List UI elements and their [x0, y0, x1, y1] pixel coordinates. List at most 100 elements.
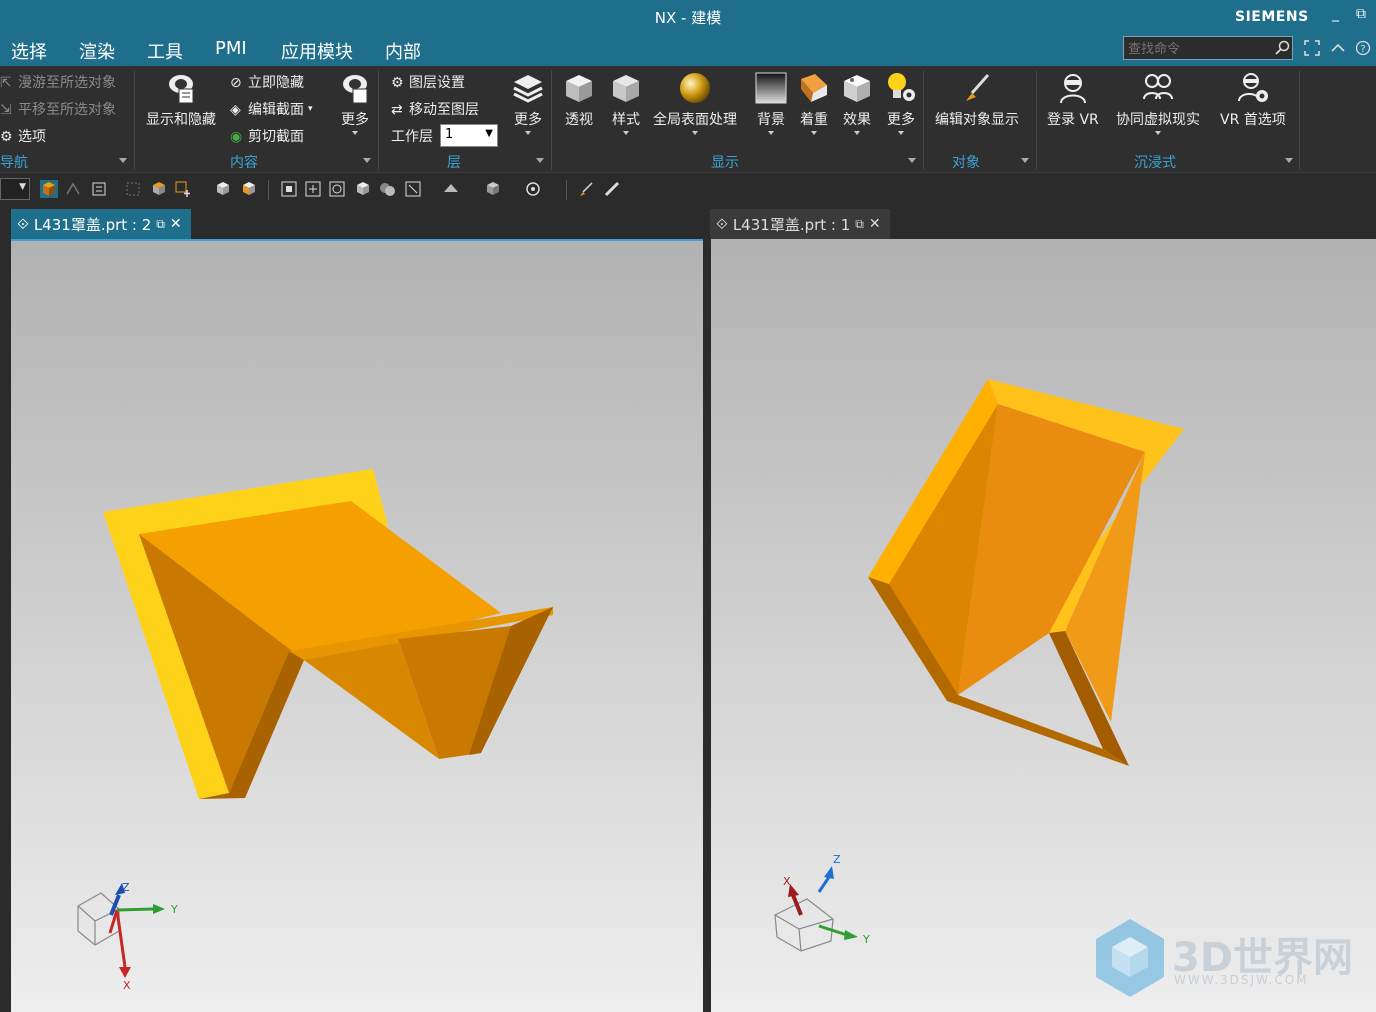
add-feature-icon[interactable] — [174, 180, 192, 198]
zoom-icon[interactable] — [304, 180, 322, 198]
group-expand-object[interactable] — [1021, 158, 1029, 163]
fit-view-icon[interactable] — [280, 180, 298, 198]
chevron-down-icon — [854, 131, 860, 135]
measure-icon[interactable] — [603, 180, 621, 198]
group-separator — [378, 70, 379, 170]
window-title: NX - 建模 — [654, 9, 722, 27]
group-expand-navigation[interactable] — [119, 158, 127, 163]
pan-icon: ⇲ — [0, 102, 12, 118]
chevron-down-icon: ▼ — [485, 128, 493, 139]
fullscreen-icon[interactable] — [1304, 40, 1320, 56]
filter-dropdown[interactable]: ▼ — [0, 178, 30, 200]
collapse-ribbon-icon[interactable] — [1330, 40, 1346, 56]
style-button[interactable]: 样式 — [609, 71, 643, 135]
menu-pmi[interactable]: PMI — [215, 38, 247, 59]
brand-logo: SIEMENS — [1235, 9, 1309, 25]
solid-cube-icon[interactable] — [484, 180, 502, 198]
group-expand-content[interactable] — [363, 158, 371, 163]
graphics-viewport-2[interactable]: X Y Z — [11, 239, 703, 1012]
layer-settings-button[interactable]: ⚙ 图层设置 — [391, 71, 465, 93]
perspective-cube-icon — [566, 75, 592, 102]
chevron-down-icon — [898, 131, 904, 135]
edit-section-icon: ◈ — [230, 102, 241, 118]
menu-tools[interactable]: 工具 — [147, 38, 183, 64]
orient-view-icon[interactable] — [240, 180, 258, 198]
effects-cube-icon — [844, 75, 870, 102]
restore-icon[interactable]: ⧉ — [1356, 6, 1366, 22]
menu-select[interactable]: 选择 — [11, 38, 47, 64]
float-window-icon[interactable]: ⧉ — [855, 217, 864, 232]
effects-button[interactable]: 效果 — [840, 71, 874, 135]
view-orientation-icon[interactable] — [404, 180, 422, 198]
chevron-down-icon — [811, 131, 817, 135]
global-shading-button[interactable]: 全局表面处理 — [653, 71, 737, 135]
layer-more-button[interactable]: 更多 — [511, 71, 545, 135]
vr-preferences-button[interactable]: VR 首选项 — [1220, 71, 1286, 129]
brush-icon[interactable] — [577, 180, 595, 198]
menu-application[interactable]: 应用模块 — [281, 38, 353, 64]
close-icon[interactable]: ✕ — [170, 216, 182, 232]
group-label-immersive: 沉浸式 — [1134, 155, 1176, 171]
watermark-url: WWW.3DSJW.COM — [1174, 973, 1309, 987]
help-icon[interactable]: ? — [1355, 40, 1371, 56]
edit-section-button[interactable]: ◈ 编辑截面 ▾ — [230, 98, 313, 120]
component-select-icon[interactable] — [150, 180, 168, 198]
group-expand-display[interactable] — [908, 158, 916, 163]
emphasis-icon — [801, 74, 827, 102]
instant-hide-button[interactable]: ⊘ 立即隐藏 — [230, 71, 304, 93]
move-layer-icon: ⇄ — [391, 102, 403, 118]
toolbar-separator — [566, 180, 567, 200]
select-box-icon[interactable] — [124, 180, 142, 198]
chevron-down-icon: ▾ — [308, 104, 313, 114]
group-separator — [1036, 70, 1037, 170]
group-separator — [1299, 70, 1300, 170]
options-button[interactable]: ⚙ 选项 — [0, 125, 46, 147]
show-hide-icon — [169, 75, 194, 104]
chevron-down-icon: ▼ — [19, 182, 26, 192]
group-label-object: 对象 — [952, 155, 980, 171]
tab-part-view-2[interactable]: ⟐ L431罩盖.prt : 2 ⧉ ✕ — [11, 209, 191, 239]
menu-internal[interactable]: 内部 — [385, 38, 421, 64]
triad-x-label: X — [123, 979, 131, 992]
search-icon[interactable] — [1274, 40, 1290, 56]
pan-to-selected-button[interactable]: ⇲ 平移至所选对象 — [0, 98, 116, 120]
clip-section-button[interactable]: ◉ 剪切截面 — [230, 125, 304, 147]
z-axis-arrow — [817, 876, 831, 893]
shaded-view-icon[interactable] — [40, 180, 58, 198]
graphics-viewport-1[interactable]: X Y Z — [711, 239, 1376, 1012]
display-more-button[interactable]: 更多 — [884, 71, 918, 135]
roam-to-selected-button[interactable]: ⇱ 漫游至所选对象 — [0, 71, 116, 93]
work-layer-select[interactable]: 1 ▼ — [440, 124, 498, 147]
multi-cube-icon[interactable] — [378, 180, 396, 198]
layer-visibility-icon[interactable] — [524, 180, 542, 198]
perspective-button[interactable]: 透视 — [562, 71, 596, 129]
content-more-button[interactable]: 更多 — [338, 71, 372, 135]
tab-part-view-1[interactable]: ⟐ L431罩盖.prt : 1 ⧉ ✕ — [710, 209, 890, 239]
rendering-style-icon[interactable] — [442, 180, 460, 198]
snap-icon[interactable] — [64, 180, 82, 198]
emphasis-button[interactable]: 着重 — [797, 71, 831, 135]
background-button[interactable]: 背景 — [754, 71, 788, 135]
svg-text:?: ? — [1360, 44, 1365, 55]
command-search-input[interactable] — [1123, 36, 1293, 60]
login-vr-button[interactable]: 登录 VR — [1047, 71, 1099, 129]
toolbar-separator — [268, 180, 269, 200]
menu-render[interactable]: 渲染 — [79, 38, 115, 64]
group-separator — [551, 70, 552, 170]
work-layer-row: 工作层 — [391, 129, 433, 145]
group-expand-layer[interactable] — [536, 158, 544, 163]
close-icon[interactable]: ✕ — [869, 216, 881, 232]
group-expand-immersive[interactable] — [1285, 158, 1293, 163]
move-to-layer-button[interactable]: ⇄ 移动至图层 — [391, 98, 479, 120]
view-cube-icon[interactable] — [214, 180, 232, 198]
collaborative-vr-button[interactable]: 协同虚拟现实 — [1116, 71, 1200, 135]
show-hide-button[interactable]: 显示和隐藏 — [146, 71, 216, 129]
filter-selection-icon[interactable] — [90, 180, 108, 198]
float-window-icon[interactable]: ⧉ — [156, 217, 165, 232]
vr-settings-icon — [1237, 73, 1268, 102]
shaded-sphere-icon — [680, 73, 710, 103]
edit-object-display-button[interactable]: 编辑对象显示 — [935, 71, 1019, 129]
rotate-icon[interactable] — [328, 180, 346, 198]
shaded-cube-icon[interactable] — [354, 180, 372, 198]
minimize-icon[interactable]: _ — [1332, 6, 1339, 22]
